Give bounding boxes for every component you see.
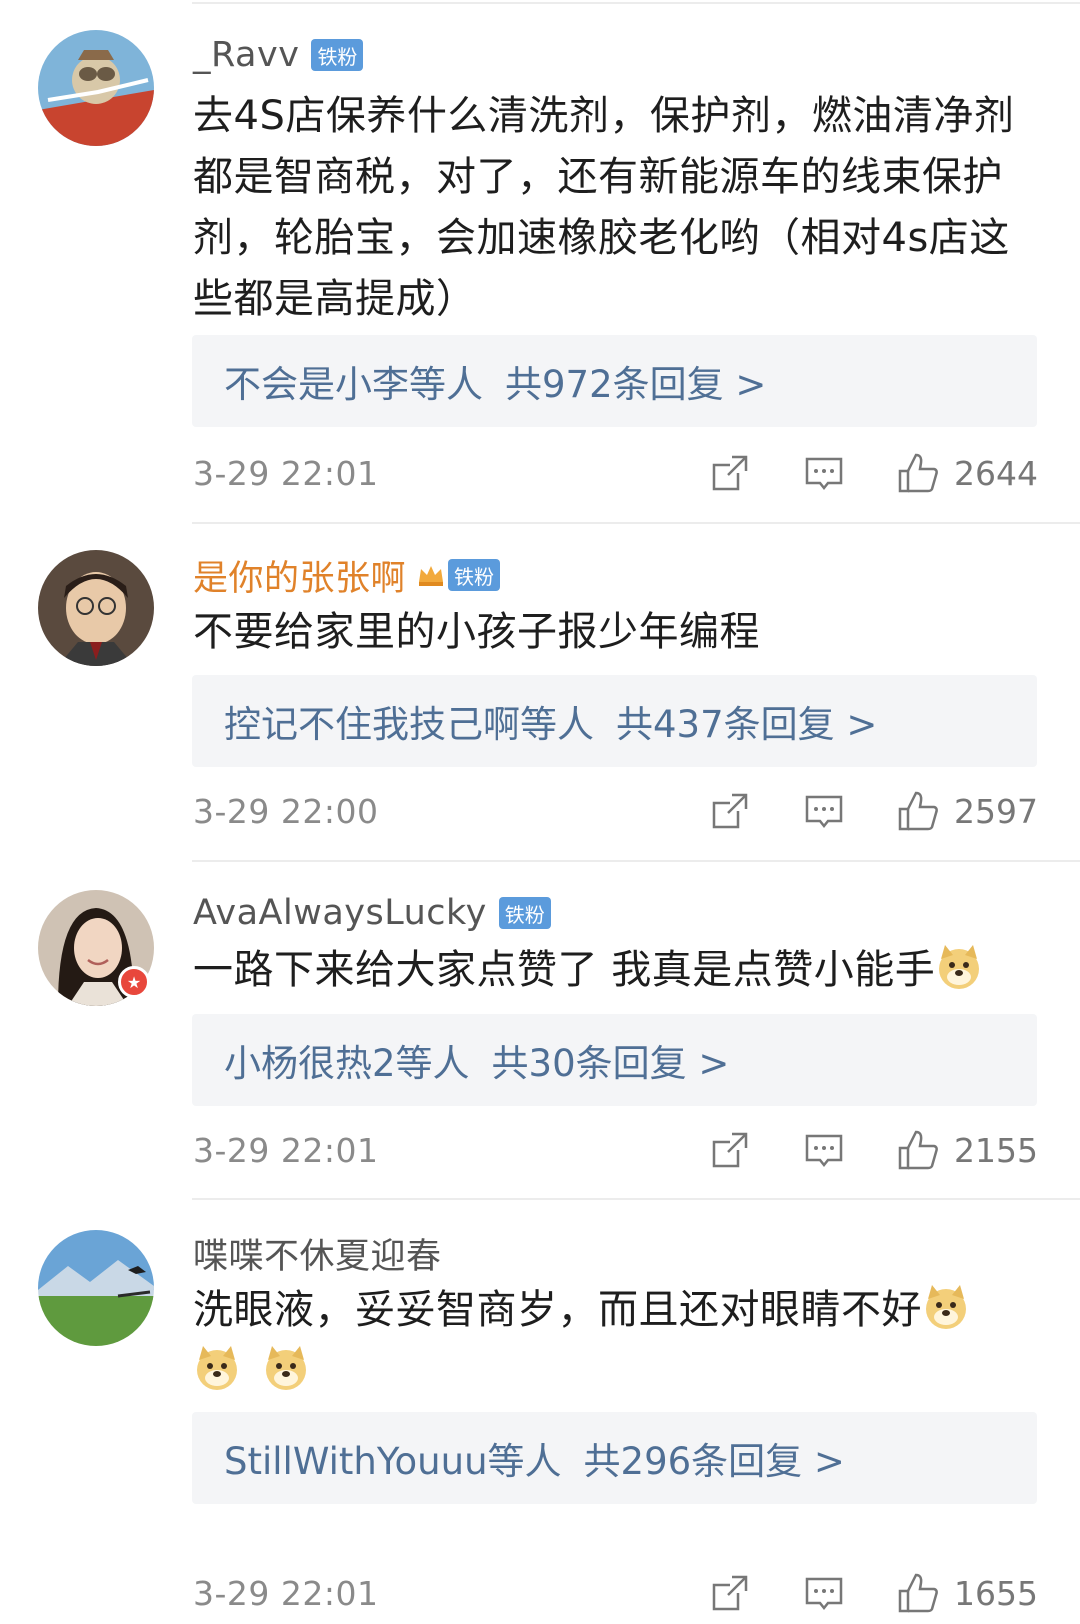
name-row: AvaAlwaysLucky 铁粉 <box>193 890 551 936</box>
username[interactable]: AvaAlwaysLucky <box>193 893 487 933</box>
reply-count: 共437条回复 > <box>616 703 878 746</box>
thumbs-up-icon[interactable] <box>896 1571 940 1615</box>
reply-count: 共972条回复 > <box>505 363 767 406</box>
comment-text: 不要给家里的小孩子报少年编程 <box>193 609 760 655</box>
username[interactable]: 是你的张张啊 <box>193 550 406 601</box>
doge-emoji <box>262 1344 310 1392</box>
comment-icon[interactable] <box>802 451 846 495</box>
reply-users: 小杨很热2等人 <box>224 1042 470 1085</box>
doge-emoji <box>922 1283 970 1331</box>
actions: 2597 <box>708 789 1038 833</box>
like-count: 2644 <box>954 453 1038 493</box>
reply-users: 不会是小李等人 <box>224 363 483 406</box>
reply-users: StillWithYouuu等人 <box>224 1440 562 1483</box>
divider <box>192 860 1080 862</box>
reply-summary[interactable]: 小杨很热2等人 共30条回复 > <box>192 1014 1037 1106</box>
username[interactable]: _Ravv <box>193 35 299 75</box>
divider <box>192 2 1080 4</box>
timestamp: 3-29 22:01 <box>193 1573 379 1613</box>
fan-badge: 铁粉 <box>498 897 551 929</box>
like-count: 1655 <box>954 1573 1038 1613</box>
reply-count: 共30条回复 > <box>491 1042 730 1085</box>
timestamp: 3-29 22:01 <box>193 453 379 493</box>
name-row: 喋喋不休夏迎春 <box>193 1228 442 1279</box>
like-count: 2597 <box>954 791 1038 831</box>
username[interactable]: 喋喋不休夏迎春 <box>193 1228 442 1279</box>
comment-text: 去4S店保养什么清洗剂，保护剂，燃油清净剂都是智商税，对了，还有新能源车的线束保… <box>193 93 1015 322</box>
doge-emoji <box>935 943 983 991</box>
comment-meta: 3-29 22:01 1655 <box>193 1568 1038 1618</box>
avatar[interactable] <box>38 550 154 666</box>
reply-summary[interactable]: 不会是小李等人 共972条回复 > <box>192 335 1037 427</box>
doge-emoji <box>193 1344 241 1392</box>
share-icon[interactable] <box>708 1128 752 1172</box>
comment-meta: 3-29 22:01 2644 <box>193 448 1038 498</box>
reply-summary[interactable]: StillWithYouuu等人 共296条回复 > <box>192 1412 1037 1504</box>
comment-text: 洗眼液，妥妥智商岁，而且还对眼睛不好 <box>193 1280 1043 1402</box>
actions: 2644 <box>708 451 1038 495</box>
thumbs-up-icon[interactable] <box>896 789 940 833</box>
divider <box>192 1198 1080 1200</box>
share-icon[interactable] <box>708 451 752 495</box>
comment-text: 一路下来给大家点赞了 我真是点赞小能手 <box>193 940 1043 1001</box>
fan-badge: 铁粉 <box>311 39 364 71</box>
comment-meta: 3-29 22:00 2597 <box>193 786 1038 836</box>
actions: 1655 <box>708 1571 1038 1615</box>
fan-badge: 铁粉 <box>448 559 501 591</box>
comment-icon[interactable] <box>802 1571 846 1615</box>
share-icon[interactable] <box>708 1571 752 1615</box>
reply-count: 共296条回复 > <box>583 1440 845 1483</box>
timestamp: 3-29 22:00 <box>193 791 379 831</box>
avatar[interactable] <box>38 1230 154 1346</box>
reply-users: 控记不住我技己啊等人 <box>224 703 594 746</box>
reply-summary[interactable]: 控记不住我技己啊等人 共437条回复 > <box>192 675 1037 767</box>
comment-icon[interactable] <box>802 789 846 833</box>
crown-icon <box>416 560 446 590</box>
like-count: 2155 <box>954 1130 1038 1170</box>
comment-meta: 3-29 22:01 2155 <box>193 1125 1038 1175</box>
avatar[interactable] <box>38 30 154 146</box>
actions: 2155 <box>708 1128 1038 1172</box>
share-icon[interactable] <box>708 789 752 833</box>
name-row: _Ravv 铁粉 <box>193 32 364 78</box>
verified-badge: ★ <box>118 966 150 998</box>
timestamp: 3-29 22:01 <box>193 1130 379 1170</box>
comment-text-content: 一路下来给大家点赞了 我真是点赞小能手 <box>193 947 936 993</box>
divider <box>192 522 1080 524</box>
comment-icon[interactable] <box>802 1128 846 1172</box>
thumbs-up-icon[interactable] <box>896 451 940 495</box>
comment-text-content: 洗眼液，妥妥智商岁，而且还对眼睛不好 <box>193 1287 922 1333</box>
thumbs-up-icon[interactable] <box>896 1128 940 1172</box>
name-row: 是你的张张啊 铁粉 <box>193 550 501 601</box>
